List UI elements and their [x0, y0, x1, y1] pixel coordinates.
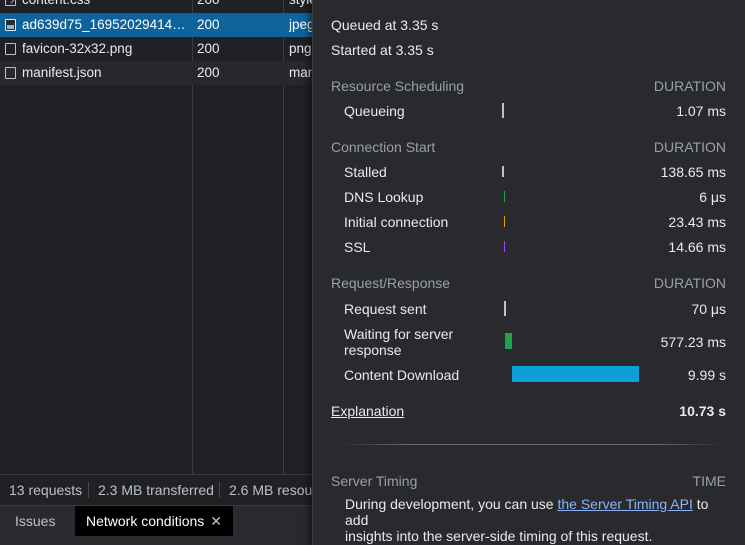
- request-type: png: [289, 41, 312, 56]
- duration-header: DURATION: [653, 78, 726, 94]
- timing-popup: Queued at 3.35 s Started at 3.35 s Resou…: [312, 0, 745, 545]
- timing-label-waiting-cont: response: [344, 342, 402, 358]
- duration-header: DURATION: [653, 275, 726, 291]
- request-type: stylesheet: [289, 0, 313, 12]
- divider: [219, 482, 220, 498]
- image-file-icon: [5, 19, 16, 31]
- request-type: jpeg: [289, 17, 313, 32]
- divider: [88, 482, 89, 498]
- tab-issues[interactable]: Issues: [4, 506, 66, 536]
- timing-bar-content-download: [512, 366, 639, 382]
- timing-value-stalled: 138.65 ms: [660, 164, 726, 180]
- request-name: content.css: [22, 0, 188, 12]
- timing-value-request-sent: 70 μs: [691, 301, 726, 317]
- timing-bar-waiting: [505, 333, 512, 349]
- divider: [337, 444, 727, 445]
- section-title-scheduling: Resource Scheduling: [331, 78, 465, 94]
- tab-network-conditions[interactable]: Network conditions ✕: [75, 506, 234, 536]
- tab-label: Network conditions: [86, 513, 205, 529]
- timing-value-dns: 6 μs: [699, 189, 726, 205]
- timing-value-waiting: 577.23 ms: [660, 334, 726, 350]
- timing-value-ssl: 14.66 ms: [668, 239, 726, 255]
- description-text: insights into the server-side timing of …: [345, 528, 653, 544]
- request-count: 13 requests: [9, 482, 83, 498]
- description-text: During development, you can use: [345, 496, 558, 512]
- timing-value-queueing: 1.07 ms: [676, 103, 726, 119]
- section-title-connection: Connection Start: [331, 139, 436, 155]
- timing-label-initial-connection: Initial connection: [344, 214, 449, 230]
- timing-value-content-download: 9.99 s: [687, 367, 726, 383]
- timing-label-dns: DNS Lookup: [344, 189, 424, 205]
- close-icon[interactable]: ✕: [210, 513, 222, 529]
- timing-total: 10.73 s: [679, 403, 726, 419]
- timing-bar-initial-connection: [504, 216, 505, 227]
- started-at: Started at 3.35 s: [331, 42, 434, 58]
- timing-label-stalled: Stalled: [344, 164, 387, 180]
- timing-value-initial-connection: 23.43 ms: [668, 214, 726, 230]
- server-timing-api-link[interactable]: the Server Timing API: [557, 496, 692, 512]
- timing-bar-queueing: [502, 103, 504, 118]
- timing-label-waiting: Waiting for server: [344, 326, 454, 342]
- timing-bar-ssl: [504, 241, 505, 252]
- timing-label-content-download: Content Download: [344, 367, 460, 383]
- request-status: 200: [197, 17, 220, 32]
- tab-label: Issues: [15, 513, 56, 529]
- file-icon: [5, 67, 16, 79]
- timing-label-queueing: Queueing: [344, 103, 405, 119]
- queued-at: Queued at 3.35 s: [331, 17, 439, 33]
- explanation-link[interactable]: Explanation: [331, 403, 404, 419]
- timing-bar-request-sent: [504, 301, 506, 316]
- section-title-request: Request/Response: [331, 275, 451, 291]
- timing-label-ssl: SSL: [344, 239, 371, 255]
- timing-label-request-sent: Request sent: [344, 301, 427, 317]
- file-icon: [5, 43, 16, 55]
- request-name: ad639d75_16952029414…: [22, 17, 186, 32]
- request-status: 200: [197, 65, 220, 80]
- request-name: manifest.json: [22, 65, 102, 80]
- timing-bar-stalled: [502, 166, 504, 177]
- css-file-icon: [5, 0, 16, 6]
- section-title-server-timing: Server Timing: [331, 473, 418, 489]
- request-status: 200: [197, 0, 220, 12]
- transferred-size: 2.3 MB transferred: [98, 482, 214, 498]
- duration-header: DURATION: [653, 139, 726, 155]
- timing-bar-dns: [504, 191, 505, 202]
- time-header: TIME: [692, 473, 726, 489]
- request-type: manifest: [289, 65, 313, 80]
- request-name: favicon-32x32.png: [22, 41, 133, 56]
- server-timing-description: During development, you can use the Serv…: [345, 496, 735, 544]
- request-status: 200: [197, 41, 220, 56]
